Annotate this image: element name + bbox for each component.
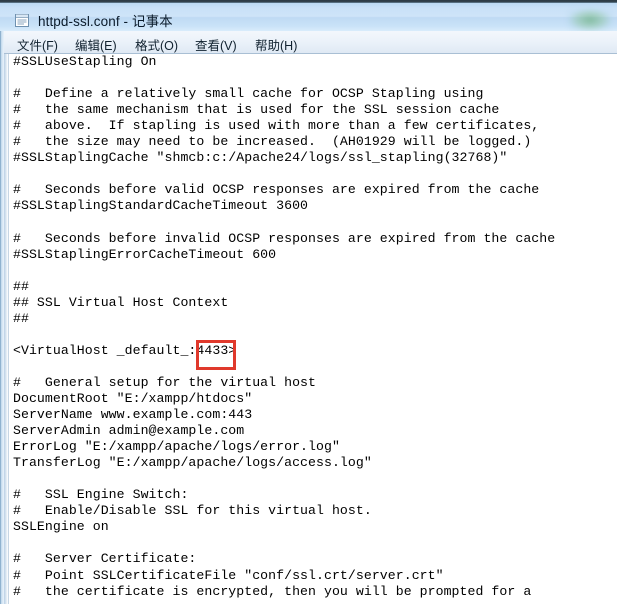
menu-bar: 文件(F) 编辑(E) 格式(O) 查看(V) 帮助(H): [4, 31, 617, 54]
menu-file[interactable]: 文件(F): [12, 34, 63, 55]
window-controls-blur[interactable]: [567, 8, 613, 32]
menu-edit[interactable]: 编辑(E): [70, 34, 122, 55]
menu-help[interactable]: 帮助(H): [250, 34, 302, 55]
window-frame-left-border: [0, 3, 1, 604]
menu-view[interactable]: 查看(V): [190, 34, 242, 55]
title-bar[interactable]: httpd-ssl.conf - 记事本: [0, 3, 617, 32]
editor-content[interactable]: #SSLUseStapling On # Define a relatively…: [13, 54, 555, 600]
menu-format[interactable]: 格式(O): [130, 34, 183, 55]
notepad-icon: [14, 12, 30, 28]
editor-left-rule: [8, 54, 9, 604]
notepad-window: httpd-ssl.conf - 记事本 文件(F) 编辑(E) 格式(O) 查…: [0, 0, 617, 604]
text-editor-area[interactable]: #SSLUseStapling On # Define a relatively…: [4, 54, 617, 604]
window-title: httpd-ssl.conf - 记事本: [38, 14, 173, 29]
